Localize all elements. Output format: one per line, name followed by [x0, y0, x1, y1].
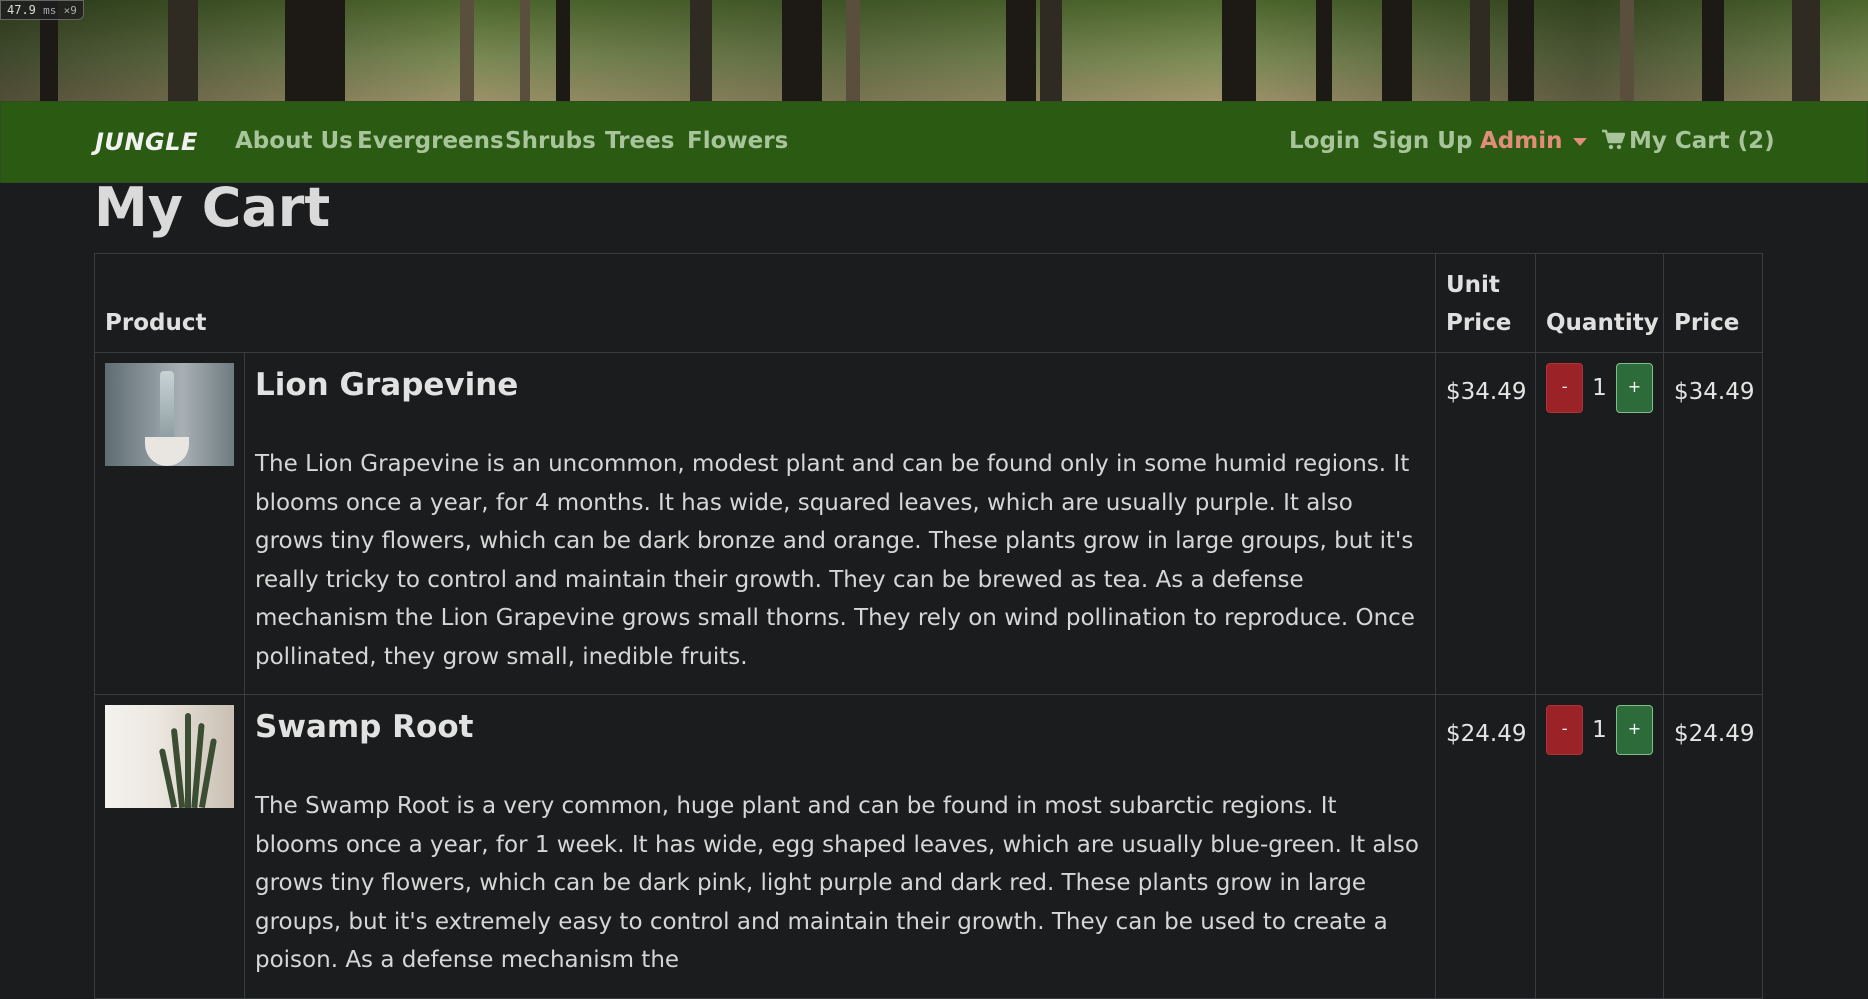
shopping-cart-icon — [1602, 129, 1625, 150]
product-info-cell: Lion Grapevine The Lion Grapevine is an … — [244, 352, 1436, 695]
header-unit-price: Unit Price — [1435, 253, 1536, 353]
tree-trunk — [1040, 0, 1062, 101]
table-header-row: Product Unit Price Quantity Price — [94, 253, 1763, 353]
perf-badge: 47.9 ms ×9 — [0, 0, 84, 20]
tree-trunk — [1470, 0, 1490, 101]
nav-evergreens[interactable]: Evergreens — [357, 128, 504, 154]
product-description: The Lion Grapevine is an uncommon, modes… — [255, 451, 1415, 670]
tree-trunk — [285, 0, 345, 101]
line-price: $24.49 — [1674, 721, 1755, 747]
quantity-value: 1 — [1592, 375, 1607, 401]
line-price: $34.49 — [1674, 379, 1755, 405]
nav-about-us[interactable]: About Us — [235, 128, 353, 154]
header-quantity: Quantity — [1535, 253, 1664, 353]
tree-trunk — [460, 0, 474, 101]
product-name[interactable]: Lion Grapevine — [255, 367, 1425, 403]
forest-banner — [0, 0, 1868, 101]
increase-quantity-button[interactable]: + — [1615, 705, 1653, 755]
price-cell: $24.49 — [1663, 694, 1763, 999]
tree-trunk — [1620, 0, 1634, 101]
price-cell: $34.49 — [1663, 352, 1763, 695]
product-image-cell — [94, 694, 245, 999]
nav-my-cart[interactable]: My Cart (2) — [1601, 128, 1775, 154]
tree-trunk — [1222, 0, 1256, 101]
nav-signup[interactable]: Sign Up — [1372, 128, 1472, 154]
table-row: Swamp Root The Swamp Root is a very comm… — [94, 694, 1763, 999]
product-image[interactable] — [105, 705, 234, 808]
plant-stem — [160, 371, 174, 443]
header-product: Product — [94, 253, 1436, 353]
product-image[interactable] — [105, 363, 234, 466]
increase-quantity-button[interactable]: + — [1615, 363, 1653, 413]
tree-trunk — [168, 0, 198, 101]
nav-shrubs[interactable]: Shrubs — [505, 128, 596, 154]
tree-trunk — [1702, 0, 1724, 101]
cart-table: Product Unit Price Quantity Price Lion G… — [94, 253, 1763, 999]
quantity-stepper: - 1 + — [1546, 705, 1653, 755]
tree-trunk — [520, 0, 530, 101]
nav-trees[interactable]: Trees — [605, 128, 674, 154]
plant-leaf — [185, 713, 191, 808]
nav-flowers[interactable]: Flowers — [687, 128, 788, 154]
tree-trunk — [556, 0, 570, 101]
unit-price-cell: $34.49 — [1435, 352, 1536, 695]
navbar: JUNGLE About Us Evergreens Shrubs Trees … — [0, 101, 1868, 183]
brand-logo[interactable]: JUNGLE — [95, 128, 198, 156]
tree-trunk — [1792, 0, 1820, 101]
quantity-value: 1 — [1592, 717, 1607, 743]
page-title: My Cart — [94, 176, 331, 239]
caret-down-icon — [1572, 137, 1587, 146]
perf-count: ×9 — [63, 4, 77, 17]
perf-unit: ms — [43, 4, 57, 17]
cart-label: My Cart (2) — [1629, 128, 1775, 154]
header-price: Price — [1663, 253, 1763, 353]
table-row: Lion Grapevine The Lion Grapevine is an … — [94, 352, 1763, 695]
unit-price: $34.49 — [1446, 379, 1527, 405]
admin-label: Admin — [1480, 128, 1563, 154]
tree-trunk — [846, 0, 860, 101]
product-info-cell: Swamp Root The Swamp Root is a very comm… — [244, 694, 1436, 999]
quantity-cell: - 1 + — [1535, 694, 1664, 999]
quantity-cell: - 1 + — [1535, 352, 1664, 695]
product-image-cell — [94, 352, 245, 695]
tree-trunk — [782, 0, 822, 101]
tree-trunk — [1006, 0, 1036, 101]
tree-trunk — [1508, 0, 1534, 101]
perf-value: 47.9 — [7, 3, 36, 17]
decrease-quantity-button[interactable]: - — [1546, 705, 1584, 755]
tree-trunk — [1316, 0, 1332, 101]
unit-price: $24.49 — [1446, 721, 1527, 747]
unit-price-cell: $24.49 — [1435, 694, 1536, 999]
nav-admin-dropdown[interactable]: Admin — [1480, 128, 1587, 154]
tree-trunk — [690, 0, 712, 101]
plant-pot — [145, 437, 189, 466]
product-description: The Swamp Root is a very common, huge pl… — [255, 793, 1419, 973]
decrease-quantity-button[interactable]: - — [1546, 363, 1584, 413]
product-name[interactable]: Swamp Root — [255, 709, 1425, 745]
nav-login[interactable]: Login — [1289, 128, 1360, 154]
quantity-stepper: - 1 + — [1546, 363, 1653, 413]
tree-trunk — [1382, 0, 1412, 101]
